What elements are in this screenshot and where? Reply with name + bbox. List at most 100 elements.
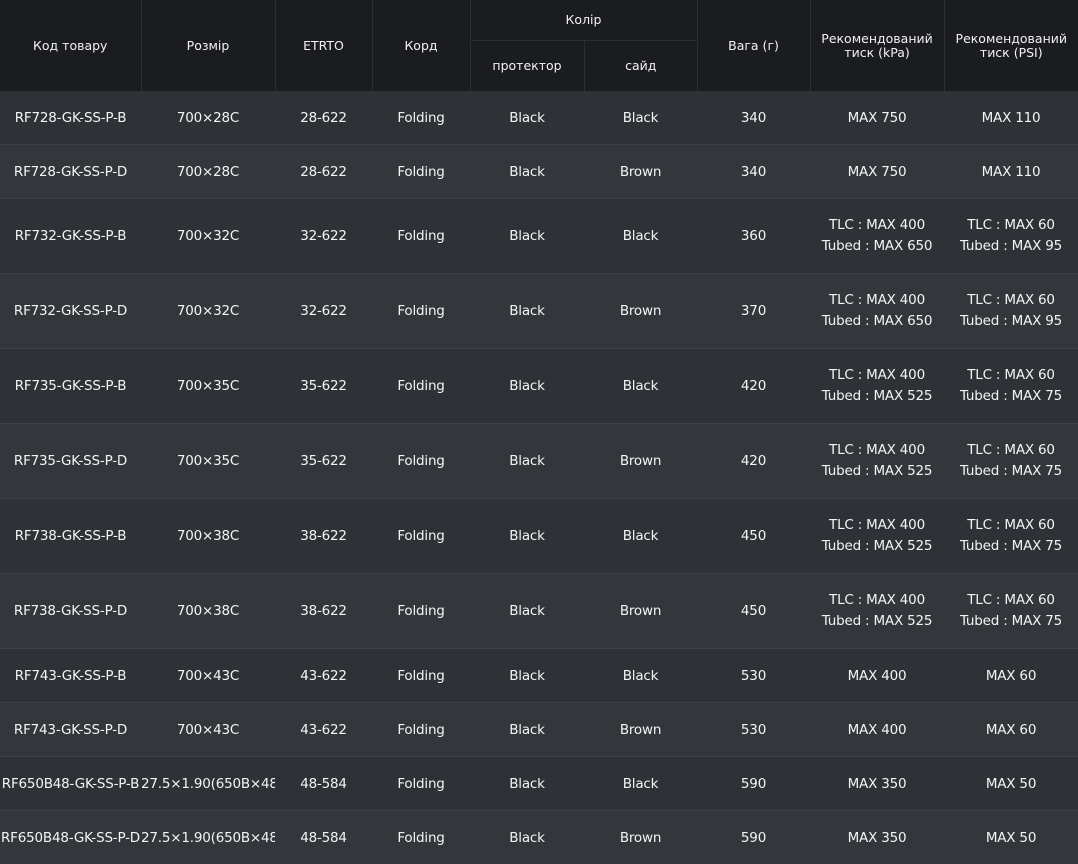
cell-etrto: 48-584	[275, 757, 372, 811]
cell-side-color: Brown	[584, 145, 697, 199]
cell-pressure-kpa: TLC : MAX 400Tubed : MAX 525	[810, 574, 944, 649]
cell-cord: Folding	[372, 91, 470, 145]
pressure-line: Tubed : MAX 525	[810, 386, 944, 407]
table-row: RF738-GK-SS-P-D700×38C38-622FoldingBlack…	[0, 574, 1078, 649]
cell-cord: Folding	[372, 757, 470, 811]
pressure-line: TLC : MAX 60	[944, 215, 1078, 236]
pressure-line: TLC : MAX 400	[810, 440, 944, 461]
cell-size: 700×35C	[141, 349, 275, 424]
header-code: Код товару	[0, 0, 141, 91]
cell-code: RF735-GK-SS-P-B	[0, 349, 141, 424]
pressure-line: Tubed : MAX 95	[944, 236, 1078, 257]
cell-weight: 420	[697, 424, 810, 499]
cell-cord: Folding	[372, 274, 470, 349]
pressure-line: TLC : MAX 60	[944, 290, 1078, 311]
cell-weight: 340	[697, 145, 810, 199]
cell-code: RF650B48-GK-SS-P-D	[0, 811, 141, 864]
pressure-line: Tubed : MAX 95	[944, 311, 1078, 332]
cell-cord: Folding	[372, 703, 470, 757]
cell-pressure-psi: MAX 50	[944, 757, 1078, 811]
cell-pressure-kpa: MAX 350	[810, 811, 944, 864]
cell-pressure-psi: TLC : MAX 60Tubed : MAX 95	[944, 274, 1078, 349]
pressure-line: MAX 400	[810, 722, 944, 738]
header-size: Розмір	[141, 0, 275, 91]
cell-etrto: 32-622	[275, 274, 372, 349]
header-color-tread: протектор	[470, 41, 584, 92]
table-row: RF650B48-GK-SS-P-B27.5×1.90(650B×48)48-5…	[0, 757, 1078, 811]
pressure-line: TLC : MAX 60	[944, 590, 1078, 611]
header-weight: Вага (г)	[697, 0, 810, 91]
cell-size: 700×28C	[141, 145, 275, 199]
cell-weight: 340	[697, 91, 810, 145]
table-row: RF728-GK-SS-P-D700×28C28-622FoldingBlack…	[0, 145, 1078, 199]
cell-side-color: Black	[584, 199, 697, 274]
cell-pressure-kpa: TLC : MAX 400Tubed : MAX 650	[810, 274, 944, 349]
header-pressure-kpa: Рекомендований тиск (kPa)	[810, 0, 944, 91]
cell-side-color: Black	[584, 349, 697, 424]
cell-code: RF732-GK-SS-P-B	[0, 199, 141, 274]
cell-cord: Folding	[372, 349, 470, 424]
cell-cord: Folding	[372, 649, 470, 703]
pressure-line: MAX 50	[944, 776, 1078, 792]
cell-code: RF738-GK-SS-P-B	[0, 499, 141, 574]
cell-pressure-kpa: TLC : MAX 400Tubed : MAX 525	[810, 349, 944, 424]
pressure-line: TLC : MAX 400	[810, 590, 944, 611]
cell-pressure-psi: MAX 60	[944, 649, 1078, 703]
header-color: Колір	[470, 0, 697, 41]
pressure-line: MAX 60	[944, 668, 1078, 684]
cell-code: RF738-GK-SS-P-D	[0, 574, 141, 649]
cell-code: RF735-GK-SS-P-D	[0, 424, 141, 499]
table-row: RF650B48-GK-SS-P-D27.5×1.90(650B×48)48-5…	[0, 811, 1078, 864]
cell-pressure-kpa: MAX 400	[810, 649, 944, 703]
pressure-line: Tubed : MAX 650	[810, 236, 944, 257]
cell-pressure-psi: TLC : MAX 60Tubed : MAX 75	[944, 499, 1078, 574]
pressure-line: MAX 50	[944, 830, 1078, 846]
cell-size: 700×32C	[141, 274, 275, 349]
cell-weight: 420	[697, 349, 810, 424]
cell-weight: 450	[697, 499, 810, 574]
pressure-line: TLC : MAX 60	[944, 515, 1078, 536]
pressure-line: TLC : MAX 60	[944, 440, 1078, 461]
cell-code: RF743-GK-SS-P-B	[0, 649, 141, 703]
cell-tread-color: Black	[470, 199, 584, 274]
cell-weight: 530	[697, 703, 810, 757]
header-etrto: ETRTO	[275, 0, 372, 91]
header-cord: Корд	[372, 0, 470, 91]
cell-code: RF732-GK-SS-P-D	[0, 274, 141, 349]
table-row: RF743-GK-SS-P-D700×43C43-622FoldingBlack…	[0, 703, 1078, 757]
cell-size: 700×38C	[141, 499, 275, 574]
pressure-line: MAX 110	[944, 164, 1078, 180]
pressure-line: TLC : MAX 400	[810, 365, 944, 386]
cell-weight: 370	[697, 274, 810, 349]
cell-tread-color: Black	[470, 649, 584, 703]
pressure-line: TLC : MAX 400	[810, 515, 944, 536]
pressure-line: MAX 350	[810, 776, 944, 792]
cell-size: 27.5×1.90(650B×48)	[141, 811, 275, 864]
cell-side-color: Brown	[584, 274, 697, 349]
cell-pressure-kpa: MAX 400	[810, 703, 944, 757]
cell-tread-color: Black	[470, 91, 584, 145]
cell-pressure-psi: TLC : MAX 60Tubed : MAX 95	[944, 199, 1078, 274]
cell-tread-color: Black	[470, 274, 584, 349]
cell-size: 700×43C	[141, 703, 275, 757]
cell-size: 700×28C	[141, 91, 275, 145]
cell-pressure-kpa: TLC : MAX 400Tubed : MAX 525	[810, 499, 944, 574]
cell-etrto: 43-622	[275, 649, 372, 703]
pressure-line: Tubed : MAX 75	[944, 536, 1078, 557]
pressure-line: Tubed : MAX 650	[810, 311, 944, 332]
cell-cord: Folding	[372, 199, 470, 274]
cell-pressure-psi: MAX 50	[944, 811, 1078, 864]
cell-code: RF728-GK-SS-P-D	[0, 145, 141, 199]
pressure-line: MAX 400	[810, 668, 944, 684]
cell-etrto: 28-622	[275, 91, 372, 145]
table-row: RF738-GK-SS-P-B700×38C38-622FoldingBlack…	[0, 499, 1078, 574]
cell-weight: 590	[697, 811, 810, 864]
table-row: RF728-GK-SS-P-B700×28C28-622FoldingBlack…	[0, 91, 1078, 145]
cell-side-color: Black	[584, 91, 697, 145]
header-color-side: сайд	[584, 41, 697, 92]
cell-cord: Folding	[372, 145, 470, 199]
cell-pressure-psi: MAX 110	[944, 145, 1078, 199]
cell-tread-color: Black	[470, 349, 584, 424]
cell-tread-color: Black	[470, 811, 584, 864]
table-header: Код товару Розмір ETRTO Корд Колір Вага …	[0, 0, 1078, 91]
